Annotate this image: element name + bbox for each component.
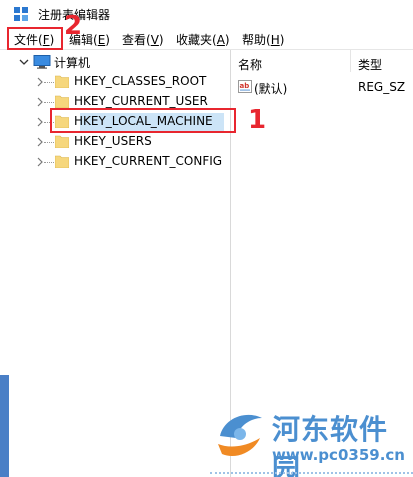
menu-help[interactable]: 帮助(H) bbox=[242, 31, 284, 48]
menu-favorites-close: ) bbox=[224, 33, 230, 47]
left-edge-accent bbox=[0, 375, 9, 477]
column-header-type[interactable]: 类型 bbox=[358, 56, 382, 73]
menu-edit-close: ) bbox=[105, 33, 110, 47]
tree-node-hkey-current-config[interactable]: HKEY_CURRENT_CONFIG bbox=[12, 152, 222, 172]
watermark-name: 河东软件园 bbox=[272, 413, 389, 477]
tree-node-label: HKEY_USERS bbox=[74, 134, 152, 148]
folder-icon bbox=[55, 135, 69, 148]
menu-favorites-key: A bbox=[216, 33, 225, 47]
svg-text:ab: ab bbox=[240, 82, 250, 90]
value-name: (默认) bbox=[254, 82, 288, 96]
column-header-name[interactable]: 名称 bbox=[238, 56, 262, 73]
tree-node-label: HKEY_CURRENT_CONFIG bbox=[74, 154, 223, 168]
tree-connector bbox=[44, 142, 54, 143]
menu-favorites[interactable]: 收藏夹(A) bbox=[176, 31, 230, 48]
tree-root[interactable]: 计算机 bbox=[12, 52, 222, 72]
title-bar: 注册表编辑器 bbox=[0, 0, 413, 28]
tree-node-hkey-users[interactable]: HKEY_USERS bbox=[12, 132, 222, 152]
menu-help-label: 帮助( bbox=[242, 33, 271, 47]
folder-icon bbox=[55, 95, 69, 108]
annotation-number-2: 2 bbox=[64, 11, 83, 41]
ab-string-icon: ab bbox=[238, 80, 252, 93]
registry-editor-icon bbox=[14, 7, 28, 21]
annotation-box-hklm bbox=[50, 108, 236, 133]
menu-view-close: ) bbox=[158, 33, 164, 47]
tree-node-label: HKEY_CURRENT_USER bbox=[74, 94, 208, 108]
annotation-number-1: 1 bbox=[248, 105, 267, 135]
watermark-dots bbox=[210, 472, 413, 476]
watermark-url: www.pc0359.cn bbox=[272, 446, 405, 464]
column-separator[interactable] bbox=[350, 50, 351, 72]
folder-icon bbox=[55, 75, 69, 88]
menu-favorites-label: 收藏夹( bbox=[176, 33, 217, 47]
chevron-down-icon[interactable] bbox=[18, 56, 30, 68]
menu-view-label: 查看( bbox=[122, 33, 151, 47]
menu-help-key: H bbox=[270, 33, 280, 47]
tree-connector bbox=[44, 102, 54, 103]
value-type: REG_SZ bbox=[358, 80, 406, 94]
left-edge bbox=[0, 50, 12, 477]
folder-icon bbox=[55, 155, 69, 168]
menu-view[interactable]: 查看(V) bbox=[122, 31, 164, 48]
computer-icon bbox=[33, 55, 51, 69]
annotation-box-menu-file bbox=[7, 27, 63, 50]
tree-node-label: HKEY_CLASSES_ROOT bbox=[74, 74, 207, 88]
menu-view-key: V bbox=[150, 33, 159, 47]
watermark-logo-icon bbox=[218, 414, 262, 457]
tree-connector bbox=[44, 162, 54, 163]
tree-node-hkey-classes-root[interactable]: HKEY_CLASSES_ROOT bbox=[12, 72, 222, 92]
watermark: 河东软件园 www.pc0359.cn bbox=[210, 402, 413, 477]
tree-connector bbox=[44, 82, 54, 83]
menu-help-close: ) bbox=[279, 33, 285, 47]
tree-root-label: 计算机 bbox=[54, 56, 91, 70]
